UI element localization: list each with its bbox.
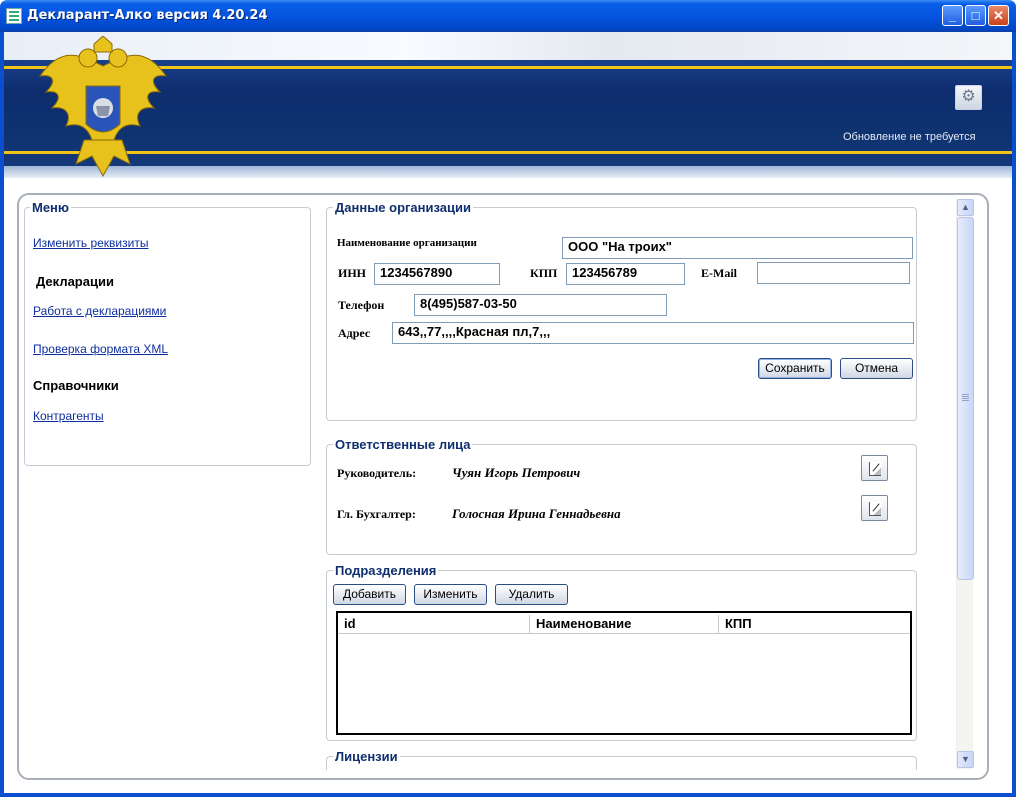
cancel-button[interactable]: Отмена <box>840 358 913 379</box>
window-title: Декларант-Алко версия 4.20.24 <box>27 8 268 23</box>
directories-heading: Справочники <box>33 378 119 393</box>
scroll-thumb[interactable] <box>957 217 974 580</box>
close-button[interactable]: ✕ <box>988 5 1009 26</box>
head-label: Руководитель: <box>337 466 417 480</box>
declarations-link[interactable]: Работа с декларациями <box>33 304 166 318</box>
licenses-title: Лицензии <box>333 749 400 764</box>
coat-of-arms-emblem <box>38 36 168 178</box>
declarations-heading: Декларации <box>36 274 114 289</box>
scroll-down-button[interactable]: ▼ <box>957 751 974 768</box>
edit-button[interactable]: Изменить <box>414 584 487 605</box>
save-button[interactable]: Сохранить <box>758 358 832 379</box>
edit-head-button[interactable] <box>861 455 888 481</box>
kpp-label: КПП <box>530 266 558 280</box>
header-divider <box>338 633 910 634</box>
accountant-name: Голосная Ирина Геннадьевна <box>452 506 621 521</box>
gear-icon: ⚙ <box>961 88 976 105</box>
add-button[interactable]: Добавить <box>333 584 406 605</box>
inn-field[interactable]: 1234567890 <box>374 263 500 285</box>
phone-label: Телефон <box>338 298 385 312</box>
settings-button[interactable]: ⚙ <box>955 85 982 110</box>
phone-field[interactable]: 8(495)587-03-50 <box>414 294 667 316</box>
responsible-title: Ответственные лица <box>333 437 473 452</box>
address-label: Адрес <box>338 326 371 340</box>
update-status: Обновление не требуется <box>843 131 976 143</box>
app-icon <box>6 8 22 24</box>
scroll-up-button[interactable]: ▲ <box>957 199 974 216</box>
menu-title: Меню <box>30 200 72 215</box>
edit-accountant-button[interactable] <box>861 495 888 521</box>
maximize-button[interactable]: □ <box>965 5 986 26</box>
org-name-field[interactable]: ООО "На троих" <box>562 237 913 259</box>
vertical-scrollbar[interactable]: ▲ ▼ <box>956 199 974 769</box>
chevron-down-icon: ▼ <box>961 754 970 764</box>
licenses-group <box>326 756 917 770</box>
scroll-grip <box>962 394 969 401</box>
column-header-kpp[interactable]: КПП <box>719 615 910 633</box>
org-data-title: Данные организации <box>333 200 474 215</box>
edit-requisites-link[interactable]: Изменить реквизиты <box>33 236 148 250</box>
accountant-label: Гл. Бухгалтер: <box>337 507 416 521</box>
delete-button[interactable]: Удалить <box>495 584 568 605</box>
contractors-link[interactable]: Контрагенты <box>33 409 104 423</box>
window-border-right <box>1012 32 1016 797</box>
subdivisions-title: Подразделения <box>333 563 439 578</box>
inn-label: ИНН <box>338 266 367 280</box>
window-border-bottom <box>0 793 1016 797</box>
responsible-group <box>326 444 917 555</box>
email-field[interactable] <box>757 262 910 284</box>
column-header-id[interactable]: id <box>338 615 530 633</box>
address-field[interactable]: 643,,77,,,,Красная пл,7,,, <box>392 322 914 344</box>
subdivisions-table[interactable]: id Наименование КПП <box>336 611 912 735</box>
chevron-up-icon: ▲ <box>961 202 970 212</box>
minimize-button[interactable]: _ <box>942 5 963 26</box>
email-label: E-Mail <box>701 266 737 280</box>
org-name-label: Наименование организации <box>337 237 477 249</box>
column-header-name[interactable]: Наименование <box>530 615 719 633</box>
check-xml-link[interactable]: Проверка формата XML <box>33 342 168 356</box>
head-name: Чуян Игорь Петрович <box>452 465 581 480</box>
kpp-field[interactable]: 123456789 <box>566 263 685 285</box>
